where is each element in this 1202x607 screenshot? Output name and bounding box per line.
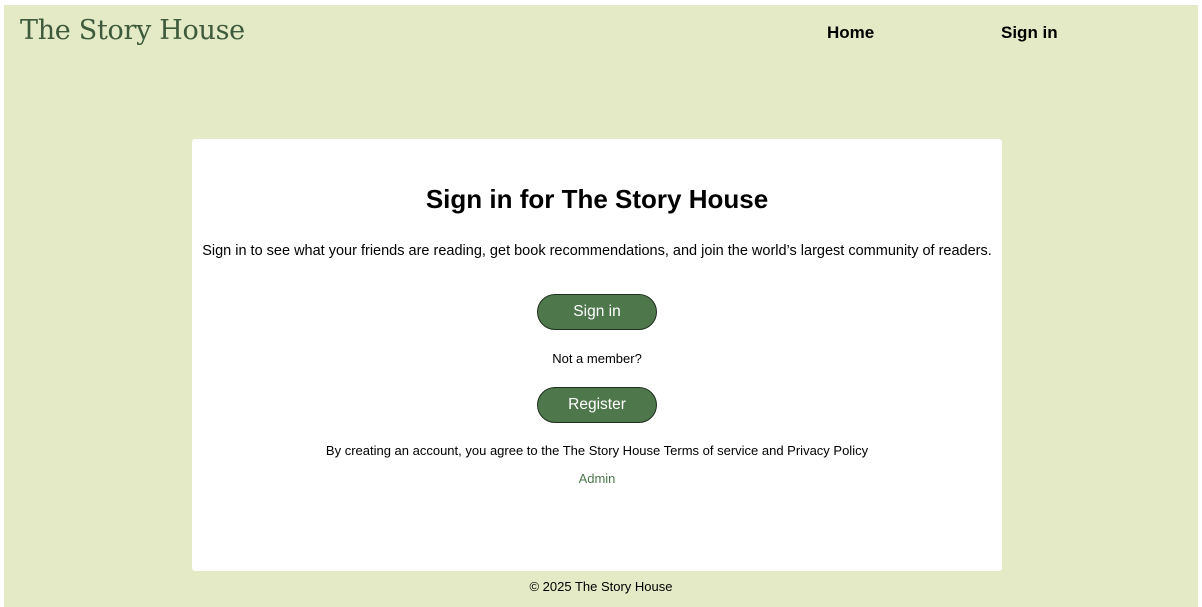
page-background: The Story House Home Sign in Sign in for… <box>4 5 1198 607</box>
card-title: Sign in for The Story House <box>425 184 769 214</box>
site-logo[interactable]: The Story House <box>20 15 245 46</box>
admin-link[interactable]: Admin <box>192 471 1002 486</box>
nav-home-link[interactable]: Home <box>827 23 874 43</box>
not-member-text: Not a member? <box>552 351 642 366</box>
footer-copyright: © 2025 The Story House <box>529 579 673 594</box>
nav-sign-in-link[interactable]: Sign in <box>1001 23 1058 43</box>
sign-in-button[interactable]: Sign in <box>537 294 657 330</box>
card-subtitle: Sign in to see what your friends are rea… <box>202 243 992 259</box>
register-button[interactable]: Register <box>537 387 657 423</box>
terms-text: By creating an account, you agree to the… <box>325 443 869 458</box>
sign-in-card: Sign in for The Story House Sign in to s… <box>192 139 1002 571</box>
